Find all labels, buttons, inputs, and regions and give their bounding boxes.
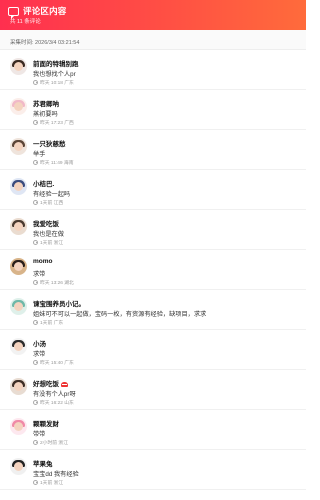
avatar[interactable] [10,98,27,115]
avatar[interactable] [10,338,27,355]
comment-meta: 1天前 江西 [33,199,63,206]
comment-time-location: 昨天 16:22 山东 [40,401,74,406]
comment-meta: 1天前 浙江 [33,239,63,246]
comment-text: 姐妹可不可以一起做，宝码一枚，有资源有经验，缺项目，求求 [33,311,207,318]
comment-time-location: 昨天 11:49 海南 [40,161,74,166]
comment-item[interactable]: 苹果兔 宝宝dd 我有经验 1天前 浙江 [0,450,306,490]
comment-author-name[interactable]: 好想吃饭 [33,381,59,388]
clock-icon [33,200,38,205]
comment-time-location: 昨天 15:40 广东 [40,361,74,366]
comment-item[interactable]: 我爱吃饭 我也是在做 1天前 浙江 [0,210,306,250]
comment-text: 有经验一起吗 [33,191,71,198]
comment-meta: 昨天 13:26 湖北 [33,279,74,286]
comment-text: 我也想找个人pr [33,71,76,78]
comment-meta: 1天前 浙江 [33,479,63,486]
comment-item[interactable]: 小桔巴. 有经验一起吗 1天前 江西 [0,170,306,210]
comment-author[interactable]: 小汤 [33,338,46,348]
clock-icon [33,280,38,285]
comment-item[interactable]: 小汤 求带 昨天 15:40 广东 [0,330,306,370]
comment-meta: 昨天 10:18 广东 [33,79,74,86]
comment-author[interactable]: 谏宝围养员小记。 [33,298,85,308]
avatar[interactable] [10,178,27,195]
comment-item[interactable]: 前面的特辑别跑 我也想找个人pr 昨天 10:18 广东 [0,50,306,90]
header-bar: 评论区内容 共 11 条评论 [0,0,306,30]
avatar[interactable] [10,58,27,75]
clock-icon [33,80,38,85]
avatar[interactable] [10,298,27,315]
comment-meta: 昨天 16:22 山东 [33,399,74,406]
comment-item[interactable]: momo 求带 昨天 13:26 湖北 [0,250,306,290]
comment-list: 前面的特辑别跑 我也想找个人pr 昨天 10:18 广东 苏君卿呐 蒸初要吗 昨… [0,50,306,490]
comment-time-location: 昨天 13:26 湖北 [40,281,74,286]
comment-item[interactable]: 苏君卿呐 蒸初要吗 昨天 17:23 广西 [0,90,306,130]
comment-count: 共 11 条评论 [10,19,41,25]
clock-icon [33,320,38,325]
clock-icon [33,120,38,125]
comment-text: 举手 [33,151,46,158]
comment-text: 有没有个人pr呀 [33,391,76,398]
comment-author[interactable]: 苹果兔 [33,458,53,468]
comment-meta: 1天前 广东 [33,319,63,326]
comment-item[interactable]: 谏宝围养员小记。 姐妹可不可以一起做，宝码一枚，有资源有经验，缺项目，求求 1天… [0,290,306,330]
clock-icon [33,480,38,485]
comment-time-location: 昨天 17:23 广西 [40,121,74,126]
comment-meta: 昨天 11:49 海南 [33,159,74,166]
comment-author[interactable]: 一只狄慈愁 [33,138,66,148]
comment-text: 求带 [33,271,46,278]
avatar[interactable] [10,458,27,475]
collected-time: 采集时间: 2026/3/4 03:21:54 [0,30,306,50]
comment-item[interactable]: 好想吃饭 有没有个人pr呀 昨天 16:22 山东 [0,370,306,410]
comment-meta: 昨天 15:40 广东 [33,359,74,366]
clock-icon [33,440,38,445]
comment-icon [8,6,19,19]
comment-time-location: 1天前 浙江 [40,481,64,486]
comment-meta: 昨天 17:23 广西 [33,119,74,126]
comment-text: 求带 [33,351,46,358]
comment-item[interactable]: 颗颗发财 带带 2小时前 浙江 [0,410,306,450]
comment-meta: 2小时前 浙江 [33,439,68,446]
comment-author[interactable]: 颗颗发财 [33,418,59,428]
comment-author[interactable]: momo [33,258,53,265]
comment-author[interactable]: 苏君卿呐 [33,98,59,108]
comment-author[interactable]: 我爱吃饭 [33,218,59,228]
page-title: 评论区内容 [23,6,67,16]
comment-text: 我也是在做 [33,231,64,238]
clock-icon [33,360,38,365]
comment-item[interactable]: 一只狄慈愁 举手 昨天 11:49 海南 [0,130,306,170]
clock-icon [33,160,38,165]
comment-time-location: 1天前 广东 [40,321,64,326]
comment-time-location: 1天前 浙江 [40,241,64,246]
comment-author[interactable]: 前面的特辑别跑 [33,58,79,68]
comment-text: 宝宝dd 我有经验 [33,471,79,478]
avatar[interactable] [10,138,27,155]
comment-author[interactable]: 好想吃饭 [33,378,68,388]
comment-time-location: 昨天 10:18 广东 [40,81,74,86]
avatar[interactable] [10,378,27,395]
header-title-row: 评论区内容 [8,5,67,19]
clock-icon [33,400,38,405]
comment-author[interactable]: 小桔巴. [33,178,54,188]
comment-text: 蒸初要吗 [33,111,58,118]
clock-icon [33,240,38,245]
comment-time-location: 1天前 江西 [40,201,64,206]
emoji-icon [61,381,68,387]
comment-time-location: 2小时前 浙江 [40,441,68,446]
avatar[interactable] [10,218,27,235]
avatar[interactable] [10,258,27,275]
avatar[interactable] [10,418,27,435]
comment-text: 带带 [33,431,46,438]
